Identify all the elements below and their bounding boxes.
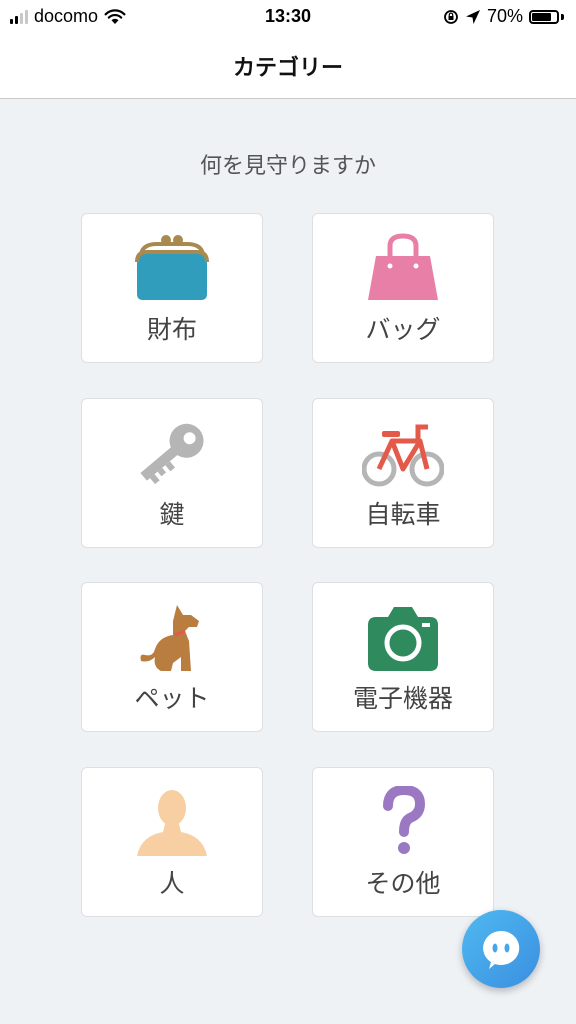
category-label: その他: [365, 869, 441, 898]
category-label: 電子機器: [352, 684, 453, 713]
category-label: 財布: [146, 315, 197, 344]
chat-icon: [483, 930, 520, 969]
category-card-other[interactable]: その他: [312, 767, 494, 917]
category-card-key[interactable]: 鍵: [81, 398, 263, 548]
person-icon: [137, 790, 207, 856]
nav-bar: カテゴリー: [0, 34, 576, 99]
category-card-bag[interactable]: バッグ: [312, 213, 494, 363]
bag-icon: [368, 233, 438, 300]
category-label: 人: [159, 869, 185, 898]
key-icon: [140, 423, 204, 485]
location-icon: [465, 9, 480, 24]
chat-button[interactable]: [462, 910, 540, 988]
battery-icon: [529, 9, 559, 24]
question-text: 何を見守りますか: [199, 154, 376, 179]
bicycle-icon: [362, 424, 444, 487]
wallet-icon: [135, 235, 209, 300]
dog-icon: [140, 605, 199, 671]
battery-tip: [561, 13, 564, 20]
battery-percent: 70%: [486, 6, 523, 26]
category-card-pet[interactable]: ペット: [81, 582, 263, 732]
category-label: ペット: [134, 684, 210, 713]
category-card-bicycle[interactable]: 自転車: [312, 398, 494, 548]
status-bar: docomo 13:30 70%: [0, 0, 576, 34]
category-label: 鍵: [159, 500, 185, 529]
category-label: 自転車: [365, 500, 441, 529]
category-card-electronics[interactable]: 電子機器: [312, 582, 494, 732]
question-icon: [383, 786, 426, 854]
rotation-lock-icon: [444, 9, 458, 24]
category-label: バッグ: [365, 315, 441, 344]
page-title: カテゴリー: [232, 56, 343, 81]
category-card-wallet[interactable]: 財布: [81, 213, 263, 363]
camera-icon: [368, 607, 438, 671]
category-card-person[interactable]: 人: [81, 767, 263, 917]
